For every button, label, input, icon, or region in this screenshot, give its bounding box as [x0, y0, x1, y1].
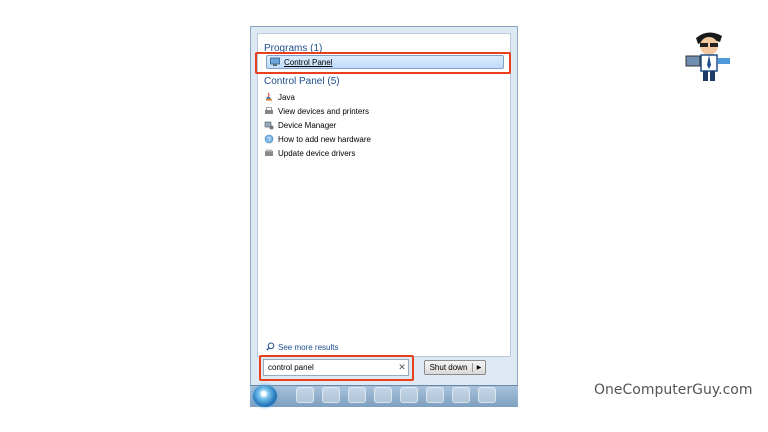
- result-label: Java: [278, 92, 295, 102]
- start-menu: Programs (1) Control Panel Control Panel…: [250, 26, 518, 406]
- result-label: Device Manager: [278, 120, 337, 130]
- result-view-devices[interactable]: View devices and printers: [264, 104, 369, 118]
- result-device-manager[interactable]: Device Manager: [264, 118, 336, 132]
- shutdown-label: Shut down: [425, 363, 473, 372]
- result-java[interactable]: Java: [264, 90, 295, 104]
- shutdown-options-arrow-icon[interactable]: ▶: [473, 364, 485, 371]
- result-label: View devices and printers: [278, 106, 370, 116]
- search-icon: [266, 342, 275, 353]
- result-update-drivers[interactable]: Update device drivers: [264, 146, 355, 160]
- see-more-label: See more results: [278, 343, 339, 352]
- highlight-annotation-search: [259, 355, 414, 381]
- control-panel-heading: Control Panel (5): [264, 76, 340, 87]
- highlight-annotation-result: [255, 52, 511, 74]
- taskbar-button[interactable]: [296, 387, 314, 403]
- start-button[interactable]: [253, 385, 277, 407]
- result-add-hardware[interactable]: ? How to add new hardware: [264, 132, 371, 146]
- taskbar-button[interactable]: [452, 387, 470, 403]
- search-results-pane: Programs (1) Control Panel Control Panel…: [257, 33, 511, 357]
- taskbar-button[interactable]: [426, 387, 444, 403]
- java-icon: [264, 92, 274, 102]
- driver-icon: [264, 148, 274, 158]
- help-icon: ?: [264, 134, 274, 144]
- site-logo: [682, 28, 734, 82]
- device-manager-icon: [264, 120, 274, 130]
- see-more-results-link[interactable]: See more results: [266, 342, 338, 353]
- result-label: Update device drivers: [278, 148, 356, 158]
- shutdown-button[interactable]: Shut down ▶: [424, 360, 486, 375]
- printer-icon: [264, 106, 274, 116]
- taskbar-button[interactable]: [400, 387, 418, 403]
- taskbar-button[interactable]: [478, 387, 496, 403]
- taskbar-button[interactable]: [322, 387, 340, 403]
- result-label: How to add new hardware: [278, 134, 371, 144]
- taskbar-button[interactable]: [374, 387, 392, 403]
- taskbar-button[interactable]: [348, 387, 366, 403]
- watermark: OneComputerGuy.com: [594, 382, 753, 398]
